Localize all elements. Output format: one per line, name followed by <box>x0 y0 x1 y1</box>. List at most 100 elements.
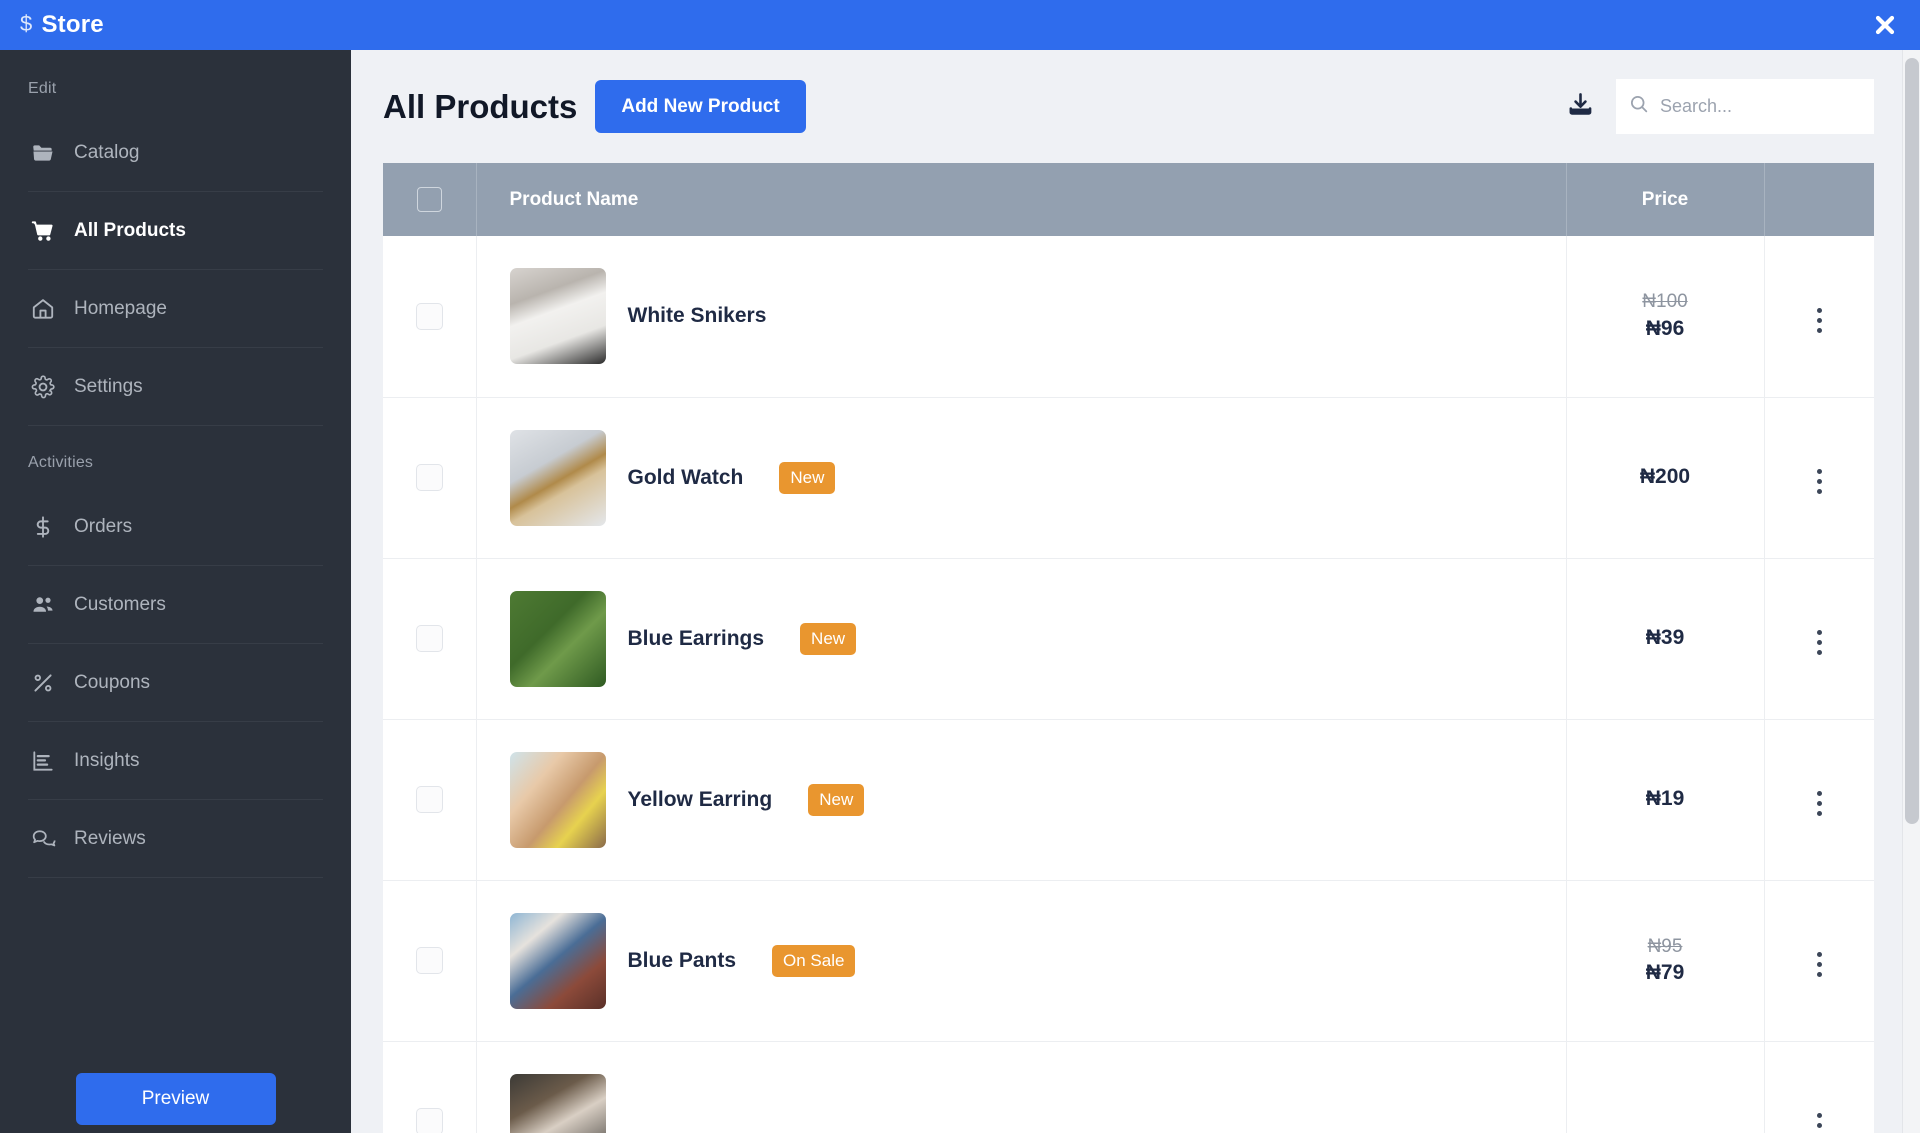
product-cell: Yellow Earring New <box>476 719 1567 881</box>
sidebar-section-activities-label: Activities <box>28 454 94 471</box>
row-select-cell <box>383 880 477 1042</box>
sidebar-item-all-products[interactable]: All Products <box>28 192 323 270</box>
sidebar-section-edit-label: Edit <box>28 80 57 97</box>
column-header-price[interactable]: Price <box>1566 163 1765 236</box>
row-select-cell <box>383 719 477 881</box>
row-menu-icon[interactable] <box>1816 630 1822 655</box>
row-select-cell <box>383 236 477 398</box>
row-checkbox[interactable] <box>415 786 443 813</box>
search-input[interactable] <box>1660 96 1862 117</box>
table-row[interactable]: Blue Earrings New ₦39 <box>383 558 1874 720</box>
row-checkbox[interactable] <box>415 625 443 652</box>
header-actions <box>1567 79 1874 134</box>
sidebar-item-orders[interactable]: Orders <box>28 488 323 566</box>
price-cell: ₦200 <box>1566 397 1765 559</box>
bar-chart-icon <box>30 748 56 774</box>
table-row[interactable]: White Snikers ₦100 ₦96 <box>383 236 1874 398</box>
brand: $ Store <box>20 11 104 39</box>
sidebar-item-homepage[interactable]: Homepage <box>28 270 323 348</box>
sidebar-item-insights[interactable]: Insights <box>28 722 323 800</box>
cart-icon <box>30 218 56 244</box>
table-row[interactable]: Blue Pants On Sale ₦95 ₦79 <box>383 880 1874 1042</box>
sidebar-item-reviews[interactable]: Reviews <box>28 800 323 878</box>
row-checkbox[interactable] <box>415 302 443 330</box>
price-cell: ₦19 <box>1566 719 1765 881</box>
download-icon[interactable] <box>1567 91 1594 123</box>
table-head: Product Name Price <box>383 163 1874 236</box>
product-cell: White Snikers <box>476 236 1567 398</box>
sidebar-item-label: All Products <box>74 220 186 241</box>
page-title: All Products <box>383 87 578 125</box>
column-header-actions <box>1764 163 1874 236</box>
product-badge: New <box>808 783 865 816</box>
dollar-icon <box>30 514 56 540</box>
product-name: Yellow Earring <box>627 787 773 811</box>
row-menu-icon[interactable] <box>1816 469 1822 494</box>
chat-bubbles-icon <box>30 826 56 852</box>
product-name: White Snikers <box>627 304 767 328</box>
sidebar-item-label: Catalog <box>74 142 140 163</box>
row-select-cell <box>383 1041 477 1133</box>
sidebar-item-label: Homepage <box>74 298 167 319</box>
table-row[interactable]: Yellow Earring New ₦19 <box>383 719 1874 881</box>
product-name: Gold Watch <box>627 465 744 489</box>
percent-icon <box>30 670 56 696</box>
vertical-scrollbar-thumb[interactable] <box>1905 58 1919 824</box>
table-body: White Snikers ₦100 ₦96 Gold Watch New ₦2… <box>383 236 1874 1133</box>
sidebar-item-catalog[interactable]: Catalog <box>28 114 323 192</box>
table-header-row: Product Name Price <box>383 163 1874 236</box>
product-thumbnail <box>509 751 606 848</box>
sidebar-item-coupons[interactable]: Coupons <box>28 644 323 722</box>
search-box[interactable] <box>1616 79 1874 134</box>
dollar-icon: $ <box>20 11 33 36</box>
preview-button[interactable]: Preview <box>75 1073 276 1125</box>
row-menu-icon[interactable] <box>1816 307 1822 333</box>
product-thumbnail <box>509 912 606 1009</box>
row-checkbox[interactable] <box>415 1108 443 1133</box>
title-bar: $ Store <box>0 0 1920 50</box>
row-actions-cell <box>1764 236 1874 398</box>
price-new: ₦79 <box>1645 961 1685 985</box>
sidebar-item-label: Coupons <box>74 672 151 693</box>
select-all-checkbox[interactable] <box>416 187 442 212</box>
column-header-product-name[interactable]: Product Name <box>476 163 1567 236</box>
table-row[interactable]: Gold Watch New ₦200 <box>383 397 1874 559</box>
product-cell <box>476 1041 1567 1133</box>
price-new: ₦200 <box>1639 465 1691 489</box>
price-old: ₦100 <box>1642 291 1688 313</box>
product-name: Blue Earrings <box>627 626 765 650</box>
row-checkbox[interactable] <box>415 464 443 491</box>
row-menu-icon[interactable] <box>1816 791 1822 816</box>
row-select-cell <box>383 397 477 559</box>
table-row[interactable] <box>383 1041 1874 1133</box>
add-new-product-button[interactable]: Add New Product <box>595 80 806 133</box>
row-menu-icon[interactable] <box>1816 952 1822 977</box>
price-new: ₦19 <box>1645 787 1685 811</box>
folder-icon <box>30 140 56 166</box>
product-thumbnail <box>509 590 606 687</box>
price-cell: ₦100 ₦96 <box>1566 236 1765 398</box>
row-actions-cell <box>1764 397 1874 559</box>
sidebar-item-label: Insights <box>74 750 140 771</box>
page-header: All Products Add New Product <box>351 50 1920 163</box>
price-old: ₦95 <box>1647 935 1683 957</box>
row-menu-icon[interactable] <box>1816 1113 1822 1133</box>
sidebar-item-label: Reviews <box>74 828 146 849</box>
close-icon[interactable] <box>1872 12 1898 38</box>
row-actions-cell <box>1764 558 1874 720</box>
product-badge: New <box>800 622 857 655</box>
product-thumbnail <box>509 1073 606 1133</box>
sidebar-item-settings[interactable]: Settings <box>28 348 323 426</box>
price-cell <box>1566 1041 1765 1133</box>
row-checkbox[interactable] <box>415 947 443 974</box>
sidebar-item-customers[interactable]: Customers <box>28 566 323 644</box>
price-new: ₦39 <box>1645 626 1685 650</box>
main-content: All Products Add New Product Search... P… <box>351 50 1920 1133</box>
brand-label: Store <box>41 11 104 38</box>
vertical-scrollbar-track[interactable] <box>1902 50 1920 1133</box>
product-badge: On Sale <box>772 944 856 977</box>
product-cell: Gold Watch New <box>476 397 1567 559</box>
gear-icon <box>30 374 56 400</box>
sidebar: Edit Catalog All Products Homepage Setti… <box>0 50 351 1133</box>
price-new: ₦96 <box>1645 316 1685 340</box>
